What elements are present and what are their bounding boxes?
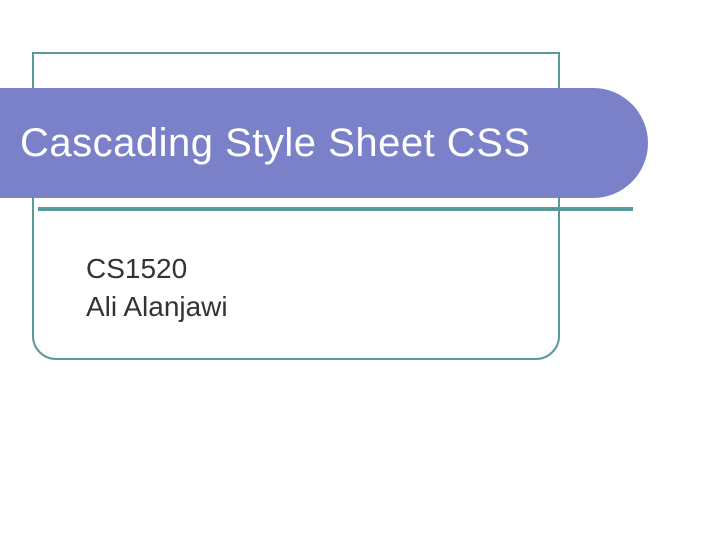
slide-title: Cascading Style Sheet CSS — [20, 121, 531, 166]
subtitle-block: CS1520 Ali Alanjawi — [86, 250, 228, 326]
author-name: Ali Alanjawi — [86, 288, 228, 326]
title-bar: Cascading Style Sheet CSS — [0, 88, 648, 198]
title-underline — [38, 207, 633, 211]
course-code: CS1520 — [86, 250, 228, 288]
